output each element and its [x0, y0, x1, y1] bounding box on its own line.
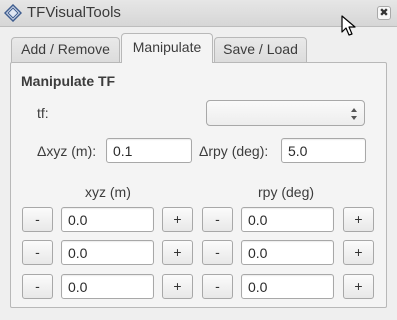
close-button[interactable]: ✖ — [377, 6, 391, 20]
xyz-header: xyz (m) — [85, 184, 131, 200]
diamond-icon — [4, 4, 22, 22]
rpy-header: rpy (deg) — [258, 184, 315, 200]
roll-minus-button[interactable]: - — [202, 207, 233, 232]
spinner-arrows-icon — [351, 108, 357, 120]
x-input[interactable] — [61, 207, 154, 232]
yaw-plus-button[interactable]: + — [343, 274, 374, 299]
tf-select[interactable] — [206, 100, 365, 126]
pitch-plus-button[interactable]: + — [343, 240, 374, 265]
mouse-pointer-icon — [341, 15, 356, 36]
roll-input[interactable] — [241, 207, 334, 232]
yaw-minus-button[interactable]: - — [202, 274, 233, 299]
delta-rpy-label: Δrpy (deg): — [199, 143, 269, 159]
window-title: TFVisualTools — [27, 4, 121, 21]
tab-manipulate[interactable]: Manipulate — [121, 33, 213, 63]
pitch-input[interactable] — [241, 240, 334, 265]
z-plus-button[interactable]: + — [162, 274, 193, 299]
manipulate-panel — [10, 62, 387, 308]
tf-label: tf: — [37, 105, 49, 121]
x-plus-button[interactable]: + — [162, 207, 193, 232]
section-heading: Manipulate TF — [21, 73, 116, 89]
pitch-minus-button[interactable]: - — [202, 240, 233, 265]
title-bar[interactable]: TFVisualTools ✖ — [0, 0, 397, 27]
y-input[interactable] — [61, 240, 154, 265]
x-minus-button[interactable]: - — [22, 207, 53, 232]
y-minus-button[interactable]: - — [22, 240, 53, 265]
z-minus-button[interactable]: - — [22, 274, 53, 299]
z-input[interactable] — [61, 274, 154, 299]
delta-xyz-input[interactable] — [106, 138, 192, 163]
roll-plus-button[interactable]: + — [343, 207, 374, 232]
delta-xyz-label: Δxyz (m): — [37, 143, 97, 159]
tab-save-load[interactable]: Save / Load — [214, 37, 307, 62]
delta-rpy-input[interactable] — [281, 138, 366, 163]
yaw-input[interactable] — [241, 274, 334, 299]
y-plus-button[interactable]: + — [162, 240, 193, 265]
tab-add-remove[interactable]: Add / Remove — [11, 37, 120, 62]
